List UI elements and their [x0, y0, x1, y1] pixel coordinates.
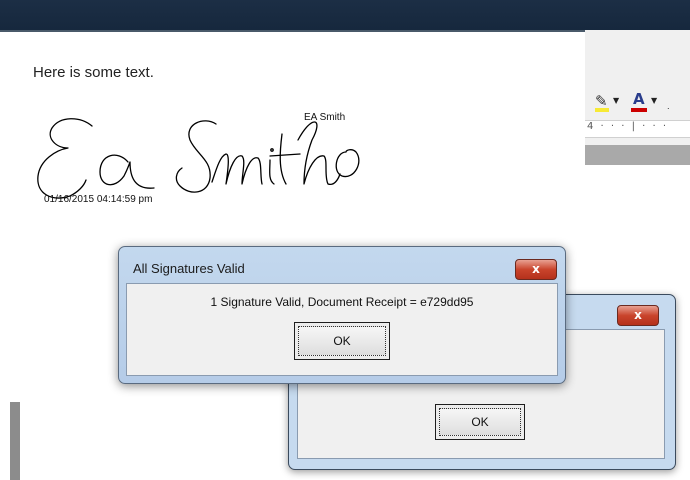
font-color-icon[interactable]: A: [633, 90, 645, 108]
ruler-marks: 4 · · · | · · ·: [587, 121, 669, 132]
signatures-valid-dialog: All Signatures Valid x 1 Signature Valid…: [118, 246, 566, 384]
ok-button-label: OK: [471, 415, 489, 429]
chevron-down-icon[interactable]: ▼: [651, 96, 657, 105]
close-icon: x: [634, 308, 642, 322]
toolbar-more-icon[interactable]: .: [667, 102, 670, 111]
close-icon: x: [532, 262, 540, 276]
signer-name: EA Smith: [304, 112, 346, 123]
chevron-down-icon[interactable]: ▼: [613, 96, 619, 105]
ruler: 4 · · · | · · ·: [585, 120, 690, 138]
ok-button-label: OK: [333, 334, 351, 348]
signature-timestamp: 01/16/2015 04:14:59 pm: [44, 194, 153, 205]
font-color-swatch: [631, 108, 647, 112]
word-toolbar: ✎ ▼ A ▼ . 4 · · · | · · ·: [585, 30, 690, 165]
dialog-title: All Signatures Valid: [133, 261, 245, 276]
scrollbar-strip: [10, 402, 20, 480]
close-button[interactable]: x: [515, 259, 557, 280]
ok-button[interactable]: OK: [294, 322, 390, 360]
ok-button[interactable]: OK: [435, 404, 525, 440]
dialog-client-area: 1 Signature Valid, Document Receipt = e7…: [126, 283, 558, 376]
dialog-message: 1 Signature Valid, Document Receipt = e7…: [210, 295, 474, 309]
close-button[interactable]: x: [617, 305, 659, 326]
window-title-bar: [0, 0, 690, 30]
highlight-color-swatch: [595, 108, 609, 112]
toolbar-bottom-strip: [585, 145, 690, 165]
document-body-text: Here is some text.: [33, 64, 154, 81]
